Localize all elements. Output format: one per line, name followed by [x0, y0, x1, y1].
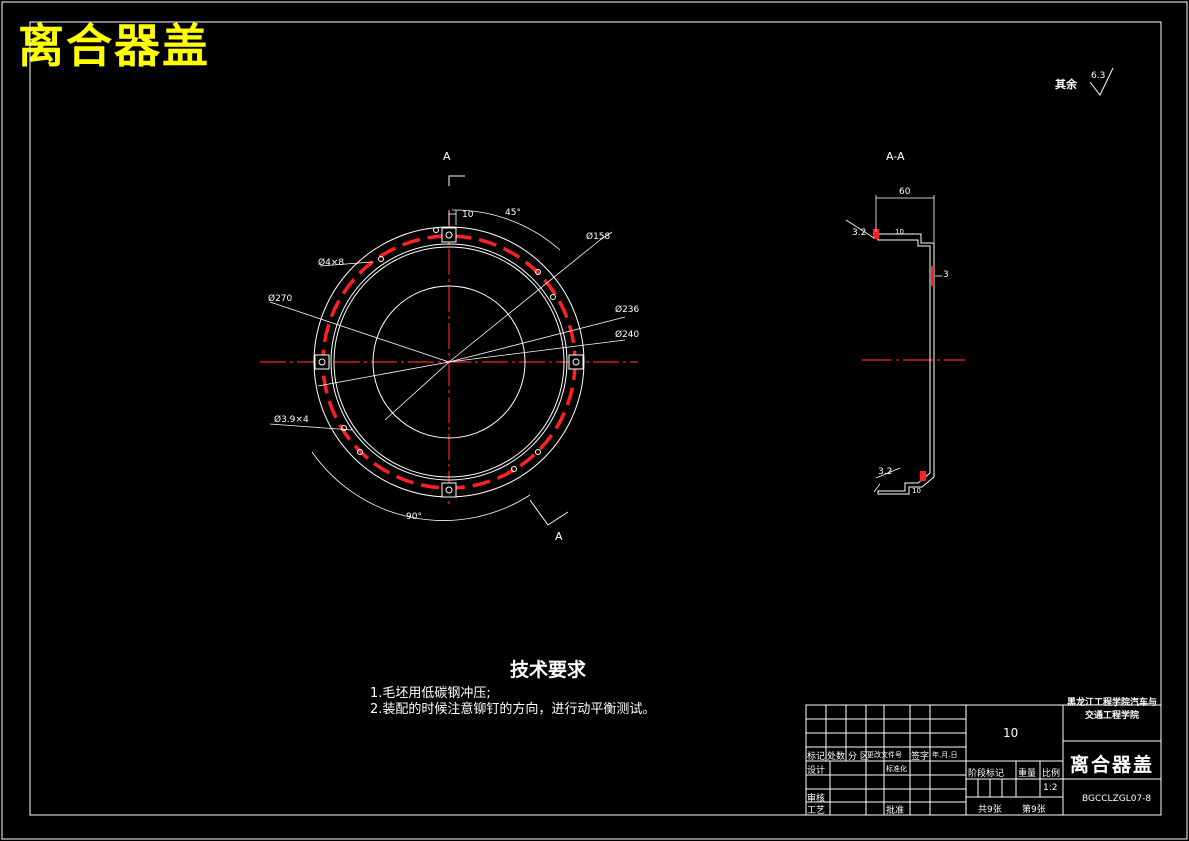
section-title: A-A	[886, 150, 905, 163]
part-name: 离合器盖	[1070, 754, 1155, 776]
slot-top	[441, 227, 457, 243]
label-mark: 标记	[807, 752, 826, 762]
label-design: 设计	[807, 766, 826, 776]
tech-line-2: 2.装配的时候注意铆钉的方向，进行动平衡测试。	[370, 702, 656, 717]
label-process: 工艺	[807, 806, 826, 816]
center-value: 10	[1003, 726, 1019, 740]
dim-r32a: 3.2	[852, 228, 867, 238]
inner-border	[29, 21, 1162, 816]
dim-r32b: 3.2	[878, 467, 893, 477]
label-weight: 重量	[1018, 769, 1037, 779]
dim-d240: Ø240	[615, 330, 640, 340]
label-change-doc: 更改文件号	[867, 751, 902, 759]
dim-a45: 45°	[505, 208, 521, 218]
school-name: 黑龙江工程学院汽车与交通工程学院	[1066, 698, 1157, 721]
dim-s10a: 10	[895, 228, 904, 236]
dim-d4x8: Ø4×8	[318, 258, 345, 268]
tech-title: 技术要求	[510, 659, 587, 681]
label-ratio: 比例	[1042, 769, 1061, 779]
dim-w60: 60	[899, 187, 911, 197]
dim-t3: 3	[943, 270, 949, 280]
drawing-number: BGCCLZGL07-8	[1082, 794, 1152, 804]
slot-bottom	[441, 482, 457, 498]
dim-a90: 90°	[406, 512, 422, 522]
section-arrow-bottom	[529, 499, 569, 526]
dim-d39x4: Ø3.9×4	[274, 415, 309, 425]
slot-left	[314, 354, 330, 370]
section-profile	[877, 233, 935, 495]
label-sign: 签字	[911, 752, 930, 762]
section-label-top: A	[443, 150, 451, 163]
roughness-icon	[1089, 67, 1114, 96]
label-standard: 标准化	[886, 765, 907, 773]
dim-w10: 10	[462, 210, 474, 220]
label-sheet-no: 第9张	[1022, 805, 1046, 815]
dim-d236: Ø236	[615, 305, 640, 315]
section-view	[845, 195, 965, 495]
label-stage: 阶段标记	[968, 769, 1005, 779]
label-approve: 批准	[886, 806, 905, 816]
label-sheets-total: 共9张	[978, 805, 1002, 815]
section-arrow-top	[448, 175, 465, 186]
dim-d158: Ø158	[586, 232, 611, 242]
label-count: 处数	[827, 752, 846, 762]
dim-d270: Ø270	[268, 294, 293, 304]
section-label-bottom: A	[555, 530, 563, 543]
label-zone: 分 区	[848, 752, 869, 762]
scale-value: 1:2	[1043, 783, 1058, 793]
label-date: 年.月.日	[932, 751, 958, 759]
dim-s10b: 10	[912, 487, 921, 495]
slot-right	[568, 354, 584, 370]
front-view	[260, 175, 638, 526]
